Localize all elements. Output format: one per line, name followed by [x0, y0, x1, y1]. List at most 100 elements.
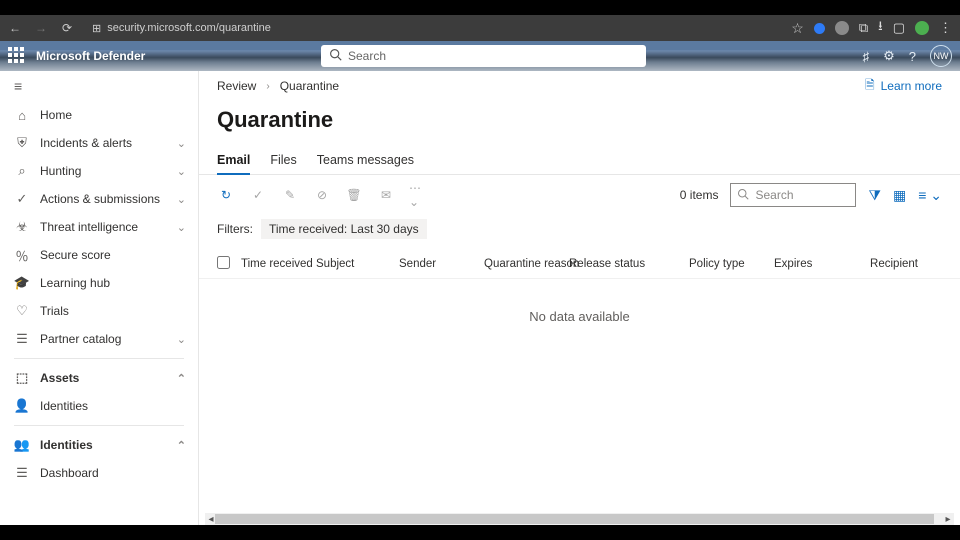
tab-files[interactable]: Files: [270, 153, 296, 174]
chevron-down-icon: ⌄: [177, 137, 186, 150]
col-quarantine-reason[interactable]: Quarantine reason: [484, 258, 569, 270]
bookmark-star-icon[interactable]: ☆: [791, 20, 804, 37]
filter-pill-value: Last 30 days: [351, 222, 419, 236]
col-time-received[interactable]: Time received: [241, 258, 316, 270]
sidebar-item-learning-hub[interactable]: 🎓 Learning hub: [0, 269, 198, 297]
col-release-status[interactable]: Release status: [569, 258, 689, 270]
settings-gear-icon[interactable]: ⚙: [883, 48, 895, 64]
tab-teams-messages[interactable]: Teams messages: [317, 153, 414, 174]
sidebar-divider: [14, 425, 184, 426]
sidebar-item-trials[interactable]: ♡ Trials: [0, 297, 198, 325]
sidebar-item-partner-catalog[interactable]: ☰ Partner catalog ⌄: [0, 325, 198, 353]
sidebar-item-threat-intel[interactable]: ☣ Threat intelligence ⌄: [0, 213, 198, 241]
user-avatar[interactable]: NW: [930, 45, 952, 67]
main-content: Review › Quarantine 🗎 Learn more Quarant…: [199, 71, 960, 525]
window-icon[interactable]: ▢: [893, 20, 905, 36]
sidebar-item-label: Secure score: [40, 248, 111, 262]
sidebar-item-dashboard[interactable]: ☰ Dashboard: [0, 459, 198, 487]
threat-icon: ☣: [14, 219, 30, 235]
col-expires[interactable]: Expires: [774, 258, 858, 270]
tab-bar: Email Files Teams messages: [199, 145, 960, 175]
sidebar-item-secure-score[interactable]: ％ Secure score: [0, 241, 198, 269]
columns-icon[interactable]: ▦: [893, 187, 906, 204]
downloads-icon[interactable]: ⭳: [878, 17, 883, 39]
edit-icon: ✎: [281, 186, 299, 204]
table-search-input[interactable]: Search: [730, 183, 856, 207]
page-title: Quarantine: [199, 101, 960, 145]
sidebar-group-identities[interactable]: 👥 Identities ⌃: [0, 431, 198, 459]
filter-icon[interactable]: ⧩: [868, 187, 881, 204]
browser-reload-icon[interactable]: ⟳: [60, 21, 74, 35]
search-icon: [329, 48, 342, 64]
tab-email[interactable]: Email: [217, 153, 250, 174]
view-options-icon[interactable]: ≡ ⌄: [918, 187, 942, 204]
select-all-checkbox[interactable]: [217, 256, 241, 272]
score-icon: ％: [14, 246, 30, 265]
trials-icon: ♡: [14, 303, 30, 319]
col-policy-type[interactable]: Policy type: [689, 258, 774, 270]
sidebar-item-label: Incidents & alerts: [40, 136, 132, 150]
plugins-icon[interactable]: ♯: [863, 49, 870, 64]
letterbox: [0, 0, 960, 15]
profile-avatar-icon[interactable]: [915, 21, 929, 35]
sidebar-item-label: Partner catalog: [40, 332, 121, 346]
browser-menu-icon[interactable]: ⋮: [939, 20, 952, 36]
sidebar: ≡ ⌂ Home ⛨ Incidents & alerts ⌄ ⌕ Huntin…: [0, 71, 199, 525]
global-search-placeholder: Search: [348, 49, 386, 63]
sidebar-item-home[interactable]: ⌂ Home: [0, 101, 198, 129]
dashboard-icon: ☰: [14, 465, 30, 481]
filter-bar: Filters: Time received: Last 30 days: [199, 215, 960, 249]
more-icon[interactable]: ⋯ ⌄: [409, 186, 427, 204]
brand-title: Microsoft Defender: [36, 49, 145, 63]
help-icon[interactable]: ?: [909, 49, 916, 64]
filters-label: Filters:: [217, 222, 253, 236]
sidebar-item-label: Home: [40, 108, 72, 122]
shield-icon: ⛨: [14, 135, 30, 151]
browser-forward-icon[interactable]: →: [34, 21, 48, 35]
browser-back-icon[interactable]: ←: [8, 21, 22, 35]
items-count: 0 items: [680, 188, 719, 202]
col-recipient[interactable]: Recipient: [858, 258, 918, 270]
person-icon: 👤: [14, 398, 30, 414]
site-lock-icon: ⊞: [92, 22, 101, 35]
sidebar-item-label: Hunting: [40, 164, 81, 178]
horizontal-scrollbar[interactable]: ◂ ▸: [205, 513, 954, 525]
scrollbar-thumb[interactable]: [215, 514, 934, 524]
hamburger-icon[interactable]: ≡: [0, 71, 198, 101]
extension-circle-icon[interactable]: [835, 21, 849, 35]
sidebar-item-identities[interactable]: 👤 Identities: [0, 392, 198, 420]
sidebar-item-label: Actions & submissions: [40, 192, 160, 206]
learn-more-link[interactable]: 🗎 Learn more: [865, 76, 942, 97]
extensions-icon[interactable]: ⧉: [859, 20, 868, 36]
sidebar-group-label: Assets: [40, 371, 79, 385]
sidebar-item-actions[interactable]: ✓ Actions & submissions ⌄: [0, 185, 198, 213]
col-subject[interactable]: Subject: [316, 258, 399, 270]
empty-state: No data available: [199, 279, 960, 354]
sidebar-divider: [14, 358, 184, 359]
home-icon: ⌂: [14, 108, 30, 123]
col-sender[interactable]: Sender: [399, 258, 484, 270]
chevron-down-icon: ⌄: [177, 333, 186, 346]
search-icon: [737, 188, 749, 203]
breadcrumb-item[interactable]: Review: [217, 79, 256, 93]
sidebar-group-assets[interactable]: ⬚ Assets ⌃: [0, 364, 198, 392]
sidebar-item-label: Trials: [40, 304, 69, 318]
app-header: Microsoft Defender Search ♯ ⚙ ? NW: [0, 41, 960, 71]
app-launcher-icon[interactable]: [8, 47, 26, 65]
partner-icon: ☰: [14, 331, 30, 347]
letterbox: [0, 525, 960, 540]
extension-dot-icon[interactable]: [814, 23, 825, 34]
address-bar[interactable]: ⊞ security.microsoft.com/quarantine: [92, 22, 271, 35]
toolbar: ↻ ✓ ✎ ⊘ 🗑 ✉ ⋯ ⌄ 0 items Search ⧩ ▦ ≡ ⌄: [199, 175, 960, 215]
sidebar-item-incidents[interactable]: ⛨ Incidents & alerts ⌄: [0, 129, 198, 157]
sidebar-item-hunting[interactable]: ⌕ Hunting ⌄: [0, 157, 198, 185]
browser-chrome: ← → ⟳ ⊞ security.microsoft.com/quarantin…: [0, 15, 960, 41]
filter-pill-time-received[interactable]: Time received: Last 30 days: [261, 219, 427, 239]
filter-pill-key: Time received:: [269, 222, 347, 236]
global-search-input[interactable]: Search: [321, 45, 646, 67]
scroll-right-icon[interactable]: ▸: [942, 513, 954, 525]
chevron-down-icon: ⌄: [177, 221, 186, 234]
chevron-right-icon: ›: [266, 81, 269, 92]
delete-icon: 🗑: [345, 186, 363, 204]
refresh-button[interactable]: ↻: [217, 186, 235, 204]
